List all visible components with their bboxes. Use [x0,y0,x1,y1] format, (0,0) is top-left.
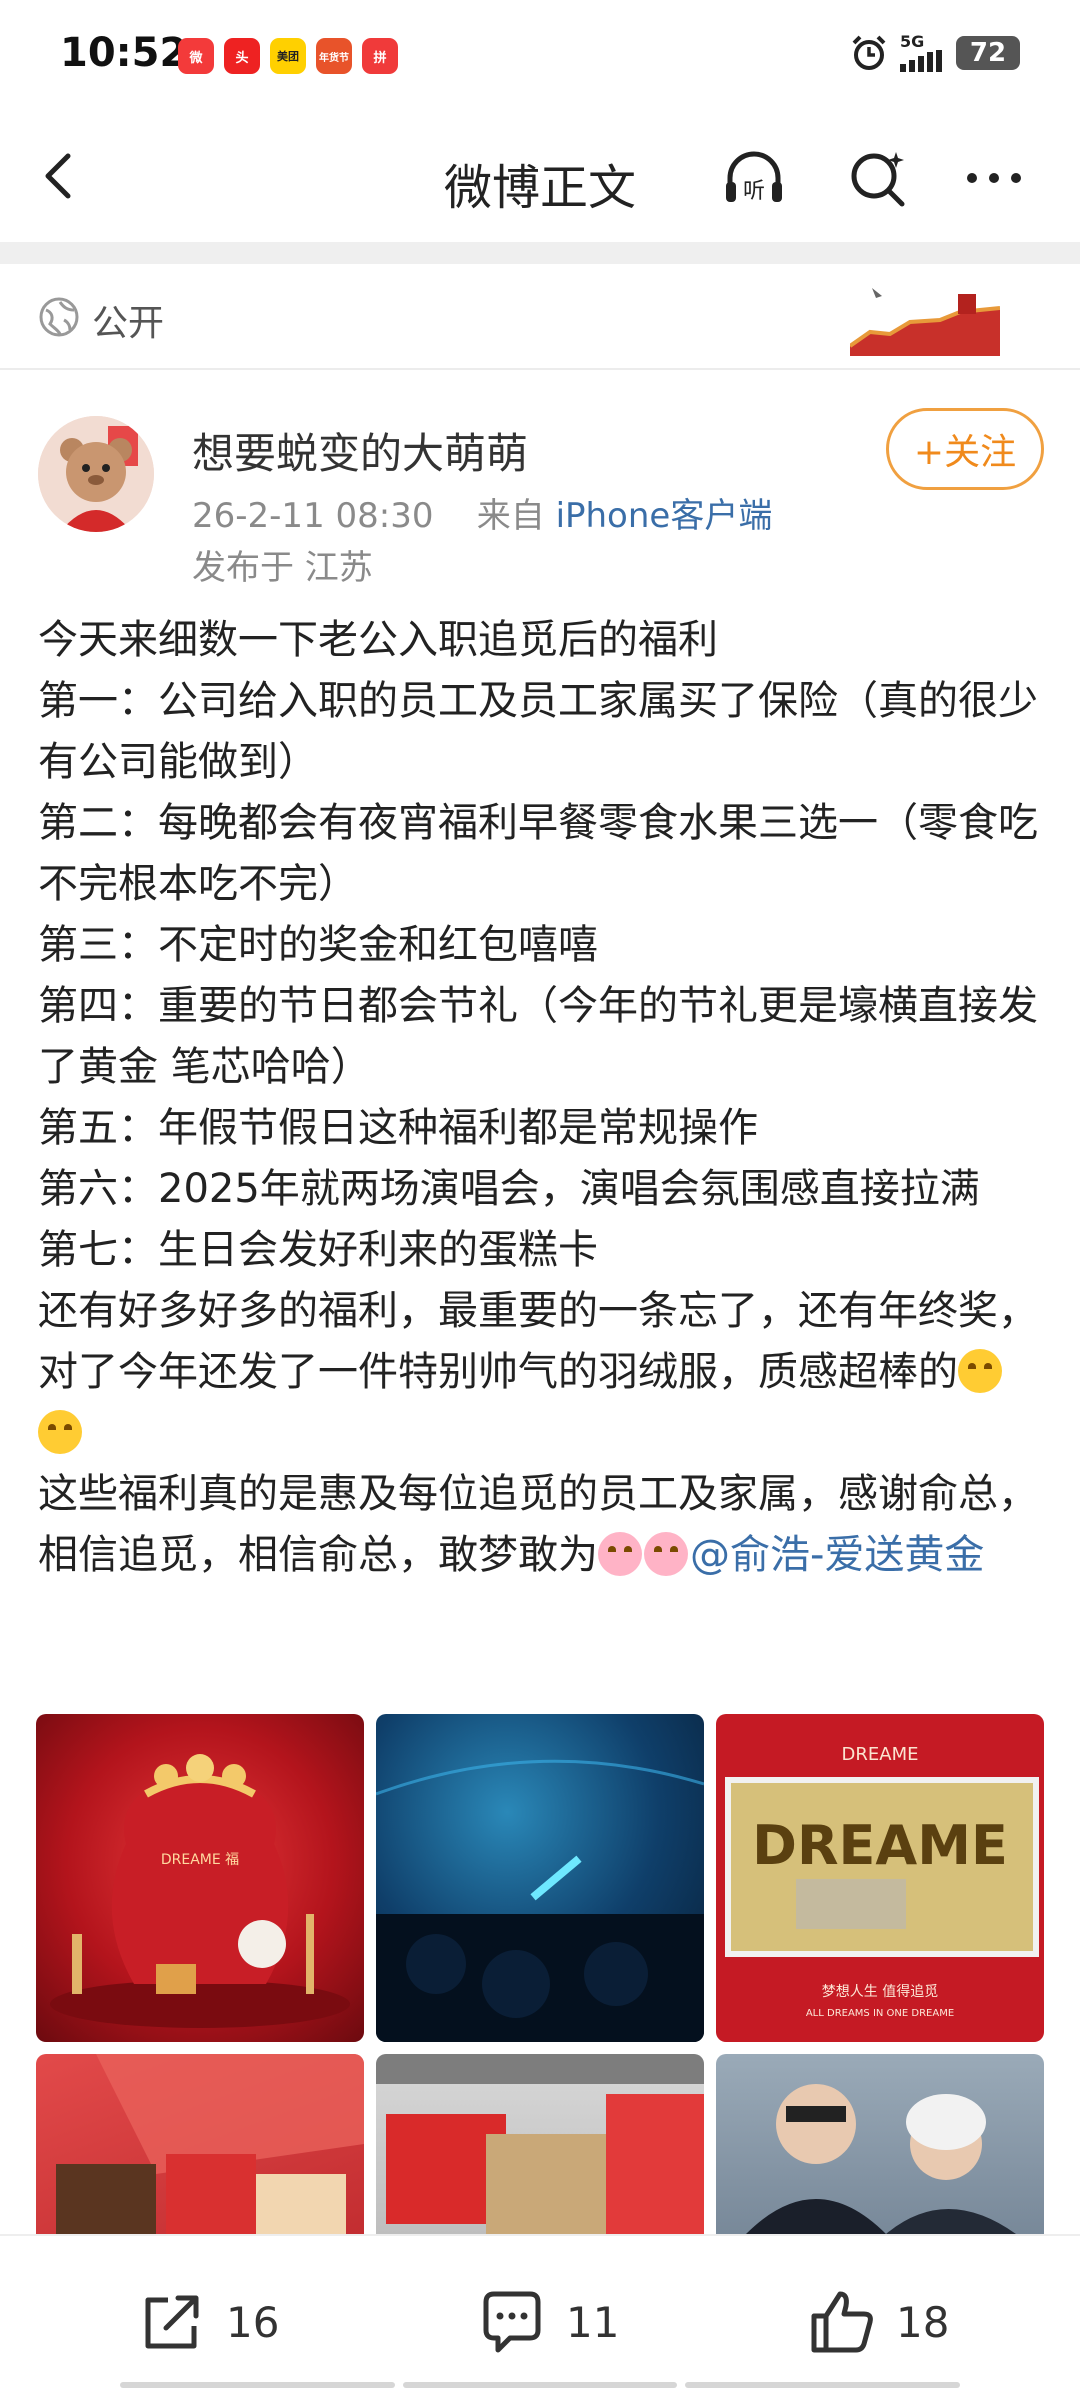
car-trunk-gifts-image [376,2054,704,2234]
post-source[interactable]: iPhone客户端 [556,496,773,536]
shy-face-emoji-icon [38,1410,82,1454]
visibility-row: 公开 [0,264,1080,370]
weibo-app-icon: 微 [178,38,214,74]
concert-crowd-image [376,1759,704,2042]
listen-label: 听 [743,179,765,204]
author-avatar[interactable] [38,416,154,532]
box-brand-text: DREAME [842,1744,919,1765]
post-date: 26-2-11 08:30 [192,496,434,536]
status-indicators: 5G 72 [850,34,1020,72]
status-time: 10:52 [60,30,188,76]
comment-icon [483,2291,541,2353]
network-type: 5G [900,32,925,51]
page-title: 微博正文 [443,160,636,216]
gift-boxes-image [56,2054,364,2234]
post-line: 第一：公司给入职的员工及员工家属买了保险（真的很少有公司能做到） [38,678,1038,785]
meituan-app-icon: 美团 [270,38,306,74]
slogan-en-text: ALL DREAMS IN ONE DREAME [806,2008,954,2019]
post-line: 第五：年假节假日这种福利都是常规操作 [38,1105,758,1151]
repost-icon [145,2295,199,2349]
signal-bars-icon [900,50,942,72]
toutiao-app-icon: 头 [224,38,260,74]
comment-count: 11 [566,2297,620,2347]
follow-button[interactable]: +关注 [886,408,1044,490]
post-photo-2[interactable] [376,1714,704,2042]
post-line-text: 还有好多好多的福利，最重要的一条忘了，还有年终奖，对了今年还发了一件特别帅气的羽… [38,1288,1038,1395]
visibility-label: 公开 [92,303,165,344]
shy-face-emoji-icon [958,1349,1002,1393]
avatar-bear-image [38,416,154,532]
cellular-signal: 5G [900,34,944,72]
listen-headphones-icon[interactable]: 听 [722,146,786,210]
gold-card-text: DREAME [752,1814,1008,1877]
post-line-with-emoji: 还有好多好多的福利，最重要的一条忘了，还有年终奖，对了今年还发了一件特别帅气的羽… [38,1281,1048,1464]
status-app-icons: 微 头 美团 年货节 拼 [178,38,398,74]
post-meta: 26-2-11 08:30 来自 iPhone客户端 [192,488,772,537]
post-line-with-mention: 这些福利真的是惠及每位追觅的员工及家属，感谢俞总，相信追觅，相信俞总，敢梦敢为 @… [38,1464,1048,1586]
comment-button[interactable]: 11 [476,2286,619,2358]
post-location: 发布于 江苏 [192,548,373,588]
section-divider [0,242,1080,264]
top-navigation-bar: 微博正文 听 [0,110,1080,242]
touched-face-emoji-icon [598,1532,642,1576]
post-photo-3[interactable]: DREAME DREAME 梦想人生 值得追觅 ALL DREAMS IN ON… [716,1714,1044,2042]
nianhuojie-app-icon: 年货节 [316,38,352,74]
post-line: 第二：每晚都会有夜宵福利早餐零食水果三选一（零食吃不完根本吃不完） [38,800,1038,907]
globe-icon [39,297,79,337]
post-line: 第四：重要的节日都会节礼（今年的节礼更是壕横直接发了黄金 笔芯哈哈） [38,983,1038,1090]
touched-face-emoji-icon [644,1532,688,1576]
slogan-text: 梦想人生 值得追觅 [822,1983,938,2000]
gold-bar-image: DREAME DREAME 梦想人生 值得追觅 ALL DREAMS IN ON… [725,1744,1039,2019]
bottom-action-bar: 16 11 18 [0,2234,1080,2400]
like-button[interactable]: 18 [806,2286,949,2358]
post-line: 第三：不定时的奖金和红包嘻嘻 [38,922,598,968]
repost-button[interactable]: 16 [136,2286,279,2358]
down-jacket-models-image [746,2084,1016,2234]
gesture-bar [120,2382,961,2388]
status-bar: 10:52 微 头 美团 年货节 拼 5G 72 [0,0,1080,110]
thumbs-up-icon [811,2291,873,2353]
like-count: 18 [896,2297,950,2347]
post-line: 第六：2025年就两场演唱会，演唱会氛围感直接拉满 [38,1166,980,1212]
post-text: 今天来细数一下老公入职追觅后的福利 第一：公司给入职的员工及员工家属买了保险（真… [38,610,1048,1586]
post-line: 今天来细数一下老公入职追觅后的福利 [38,617,718,663]
more-options-icon[interactable] [962,146,1026,210]
search-icon[interactable] [846,146,910,210]
post-photo-1[interactable]: DREAME 福 [36,1714,364,2042]
lucky-bag-image: DREAME 福 [50,1754,350,2028]
repost-count: 16 [226,2297,280,2347]
battery-indicator: 72 [956,36,1020,70]
source-prefix: 来自 [476,496,545,536]
user-mention-link[interactable]: @俞浩-爱送黄金 [690,1532,984,1578]
great-wall-decoration [850,288,1000,356]
pinduoduo-app-icon: 拼 [362,38,398,74]
post-line: 第七：生日会发好利来的蛋糕卡 [38,1227,598,1273]
alarm-icon [852,35,886,70]
author-name[interactable]: 想要蜕变的大萌萌 [192,420,528,481]
bag-text: DREAME 福 [161,1852,239,1868]
